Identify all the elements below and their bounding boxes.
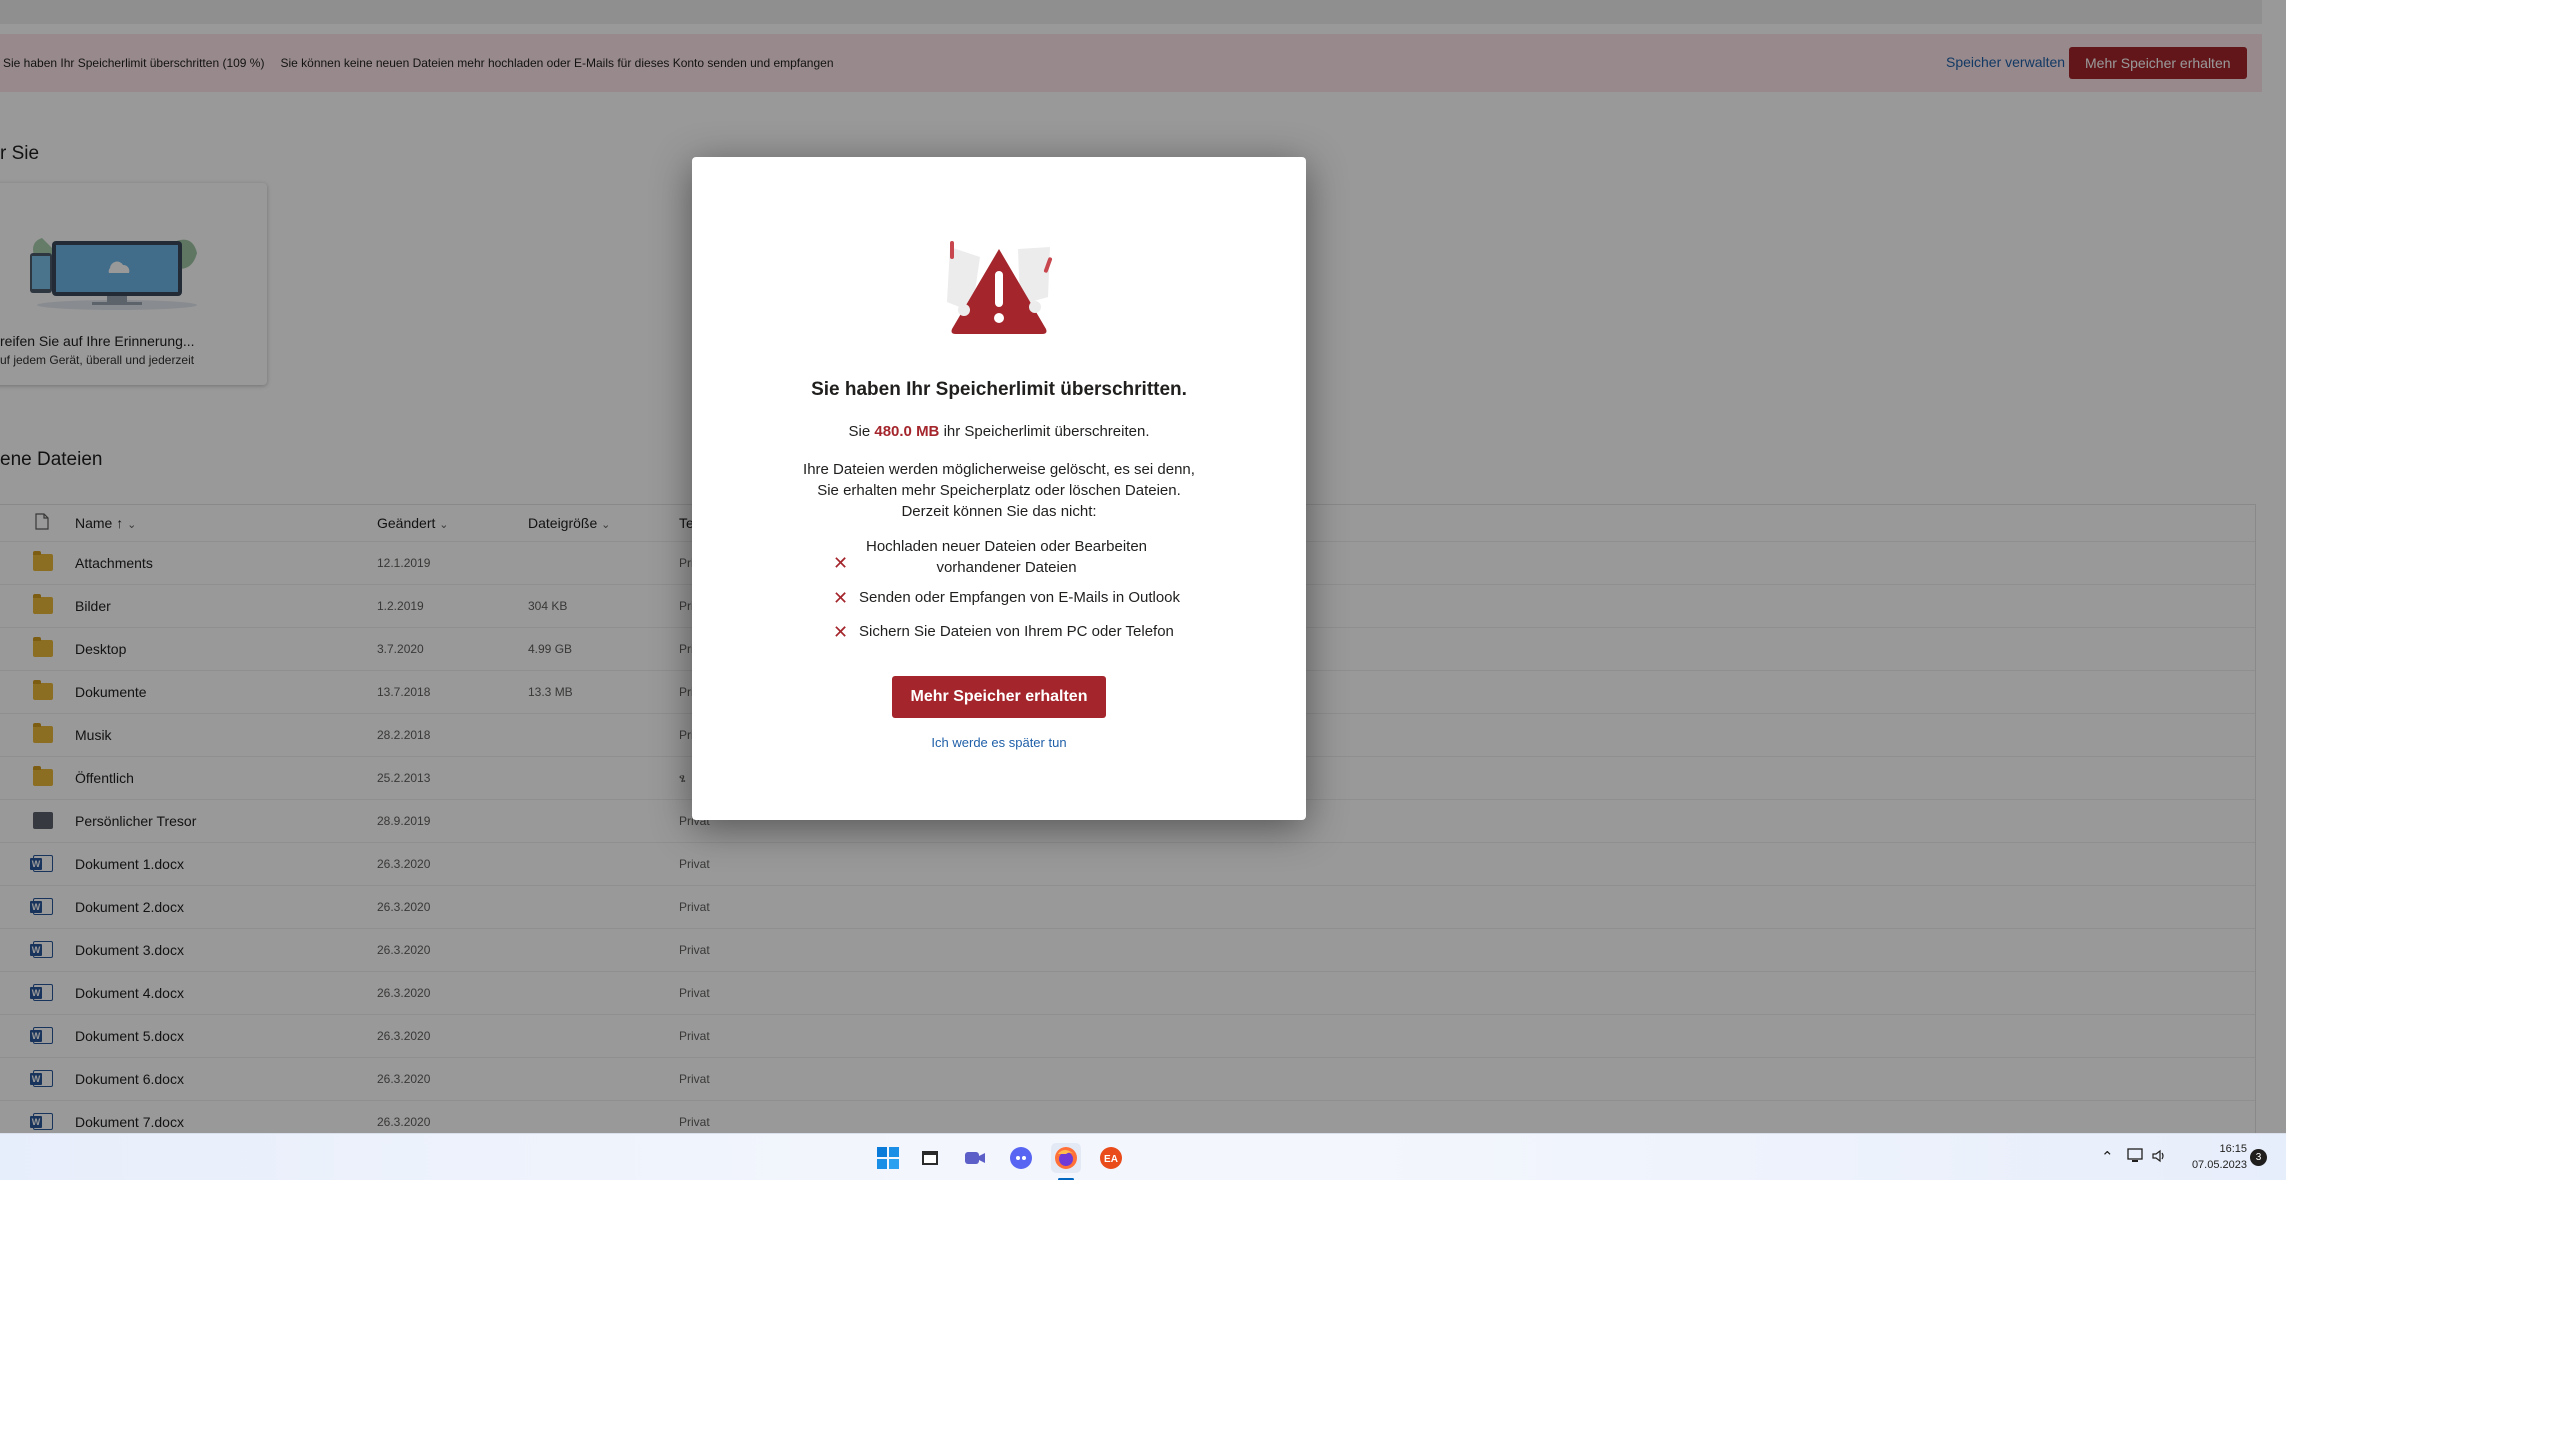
- network-icon[interactable]: [2126, 1148, 2144, 1168]
- x-mark-icon: ✕: [833, 553, 849, 573]
- screen: Sie haben Ihr Speicherlimit überschritte…: [0, 0, 2286, 1180]
- clock[interactable]: 16:15 07.05.2023: [2177, 1141, 2247, 1173]
- get-more-storage-button[interactable]: Mehr Speicher erhalten: [892, 676, 1106, 718]
- storage-exceeded-dialog: Sie haben Ihr Speicherlimit überschritte…: [692, 157, 1306, 820]
- amount-suffix: ihr Speicherlimit überschreiten.: [943, 423, 1150, 440]
- dialog-amount-line: Sie 480.0 MB ihr Speicherlimit überschre…: [692, 423, 1306, 440]
- restriction-upload: Hochladen neuer Dateien oder Bearbeiten …: [865, 538, 1148, 576]
- volume-icon[interactable]: [2151, 1148, 2167, 1168]
- windows-start-icon[interactable]: [873, 1143, 903, 1173]
- warning-icon: [947, 241, 1053, 334]
- notification-badge[interactable]: 3: [2250, 1149, 2267, 1166]
- ea-app-icon[interactable]: EA: [1096, 1143, 1126, 1173]
- amount-prefix: Sie: [848, 423, 871, 440]
- dialog-description: Ihre Dateien werden möglicherweise gelös…: [803, 461, 1195, 520]
- file-explorer-icon[interactable]: [915, 1143, 945, 1173]
- clock-date: 07.05.2023: [2191, 1159, 2247, 1171]
- firefox-icon[interactable]: [1051, 1143, 1081, 1173]
- restriction-backup: Sichern Sie Dateien von Ihrem PC oder Te…: [859, 623, 1174, 640]
- active-app-indicator: [1058, 1178, 1074, 1180]
- show-hidden-icons-icon[interactable]: ⌃: [2101, 1148, 2114, 1166]
- x-mark-icon: ✕: [833, 622, 849, 642]
- svg-text:EA: EA: [1104, 1154, 1118, 1165]
- discord-icon[interactable]: [1006, 1143, 1036, 1173]
- remind-later-link[interactable]: Ich werde es später tun: [692, 735, 1306, 750]
- clock-time: 16:15: [2219, 1143, 2247, 1155]
- x-mark-icon: ✕: [833, 588, 849, 608]
- amount-value: 480.0 MB: [874, 423, 940, 440]
- restriction-email: Senden oder Empfangen von E-Mails in Out…: [859, 589, 1181, 606]
- taskbar: EA ⌃ 16:15 07.05.2023 3: [0, 1133, 2286, 1180]
- teams-chat-icon[interactable]: [960, 1143, 990, 1173]
- dialog-title: Sie haben Ihr Speicherlimit überschritte…: [811, 379, 1187, 400]
